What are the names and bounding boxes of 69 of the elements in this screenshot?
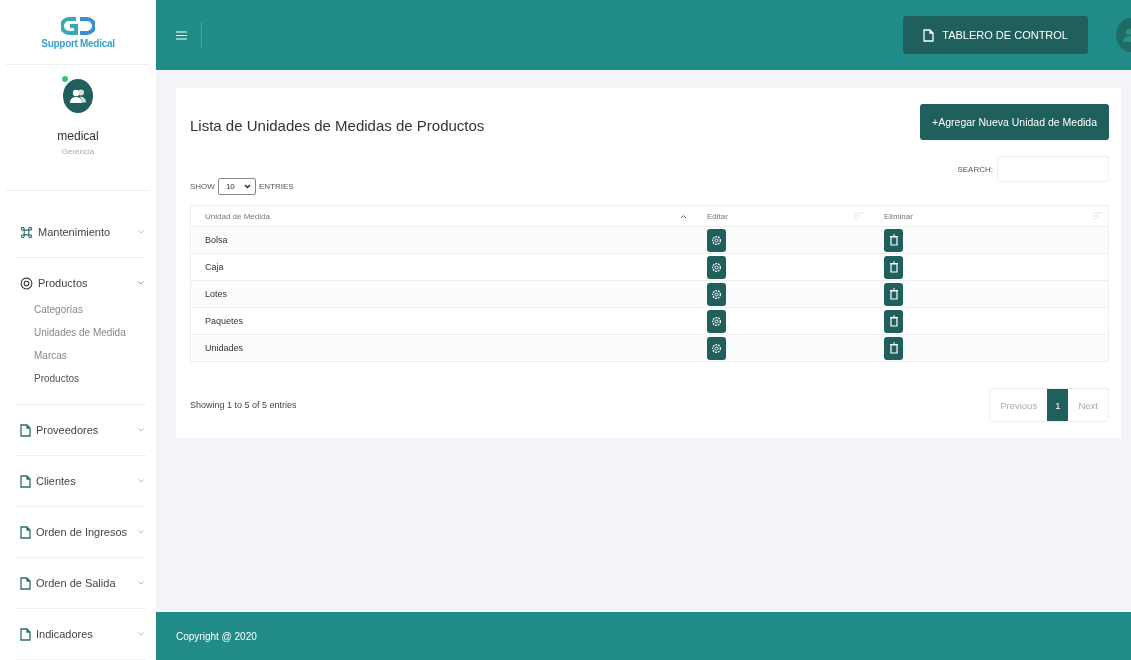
sidebar-item[interactable]: Clientes <box>16 456 146 506</box>
sidebar-item[interactable]: Mantenimiento <box>16 207 146 257</box>
user-name: medical <box>57 129 99 144</box>
caret-icon <box>243 184 251 189</box>
chevron-icon <box>138 281 144 285</box>
menu-icon[interactable] <box>176 30 187 40</box>
chevron-icon <box>138 581 144 585</box>
logo-icon <box>61 15 95 36</box>
delete-button[interactable] <box>884 228 903 252</box>
file-icon <box>20 576 31 590</box>
eye-icon <box>20 276 33 290</box>
trash-icon <box>889 288 898 300</box>
command-icon <box>20 225 33 239</box>
table-cell-text: Caja <box>204 262 225 272</box>
search-label: SEARCH: <box>957 164 993 174</box>
table-cell-text: Bolsa <box>204 235 229 245</box>
page-title: Lista de Unidades de Medidas de Productos <box>190 117 485 134</box>
table-cell-text: Lotes <box>204 289 229 299</box>
chevron-icon <box>138 479 144 483</box>
edit-button[interactable] <box>707 336 726 360</box>
gear-icon <box>711 234 722 246</box>
trash-icon <box>889 234 898 246</box>
copyright-text: Copyright @ 2020 <box>176 630 257 642</box>
file-icon <box>20 627 31 641</box>
file-icon <box>20 525 31 539</box>
edit-button[interactable] <box>707 228 726 252</box>
edit-button[interactable] <box>707 309 726 333</box>
file-icon <box>20 423 31 437</box>
submenu-item[interactable]: Unidades de Medida <box>34 321 146 344</box>
sidebar-item[interactable]: Orden de Ingresos <box>16 507 146 557</box>
table-cell-text: Paquetes <box>204 316 245 326</box>
trash-icon <box>889 261 898 273</box>
delete-button[interactable] <box>884 255 903 279</box>
chevron-icon <box>138 530 144 534</box>
entries-info: Showing 1 to 5 of 5 entries <box>190 400 297 410</box>
chevron-icon <box>138 230 144 234</box>
show-label: SHOW <box>190 182 215 191</box>
entries-select[interactable]: 10 <box>217 178 256 195</box>
brand-name: Support Medical <box>41 37 115 49</box>
submenu-item[interactable]: Productos <box>34 367 146 390</box>
delete-button[interactable] <box>884 282 903 306</box>
pagination-button[interactable]: 1 <box>1047 389 1069 421</box>
user-role: Gerencia <box>61 147 95 157</box>
column-header[interactable]: Editar <box>707 211 728 221</box>
trash-icon <box>889 315 898 327</box>
gear-icon <box>711 342 722 354</box>
gear-icon <box>711 261 722 273</box>
entries-label: ENTRIES <box>258 182 294 191</box>
submenu-item[interactable]: Marcas <box>34 344 146 367</box>
gear-icon <box>711 288 722 300</box>
delete-button[interactable] <box>884 336 903 360</box>
delete-button[interactable] <box>884 309 903 333</box>
sidebar-item[interactable]: Orden de Salida <box>16 558 146 608</box>
dashboard-button[interactable]: TABLERO DE CONTROL <box>903 16 1088 54</box>
file-icon <box>20 474 31 488</box>
edit-button[interactable] <box>707 282 726 306</box>
sidebar-item[interactable]: Indicadores <box>16 609 146 659</box>
chevron-icon <box>138 632 144 636</box>
column-header[interactable]: Unidad de Medida <box>205 211 270 221</box>
edit-button[interactable] <box>707 255 726 279</box>
add-button[interactable]: +Agregar Nueva Unidad de Medida <box>920 104 1109 140</box>
trash-icon <box>889 342 898 354</box>
sidebar-item[interactable]: Proveedores <box>16 405 146 455</box>
table-cell-text: Unidades <box>204 343 245 353</box>
file-icon <box>923 28 935 42</box>
column-header[interactable]: Eliminar <box>884 211 913 221</box>
chevron-icon <box>138 428 144 432</box>
gear-icon <box>711 315 722 327</box>
submenu-item[interactable]: Categorías <box>34 298 146 321</box>
